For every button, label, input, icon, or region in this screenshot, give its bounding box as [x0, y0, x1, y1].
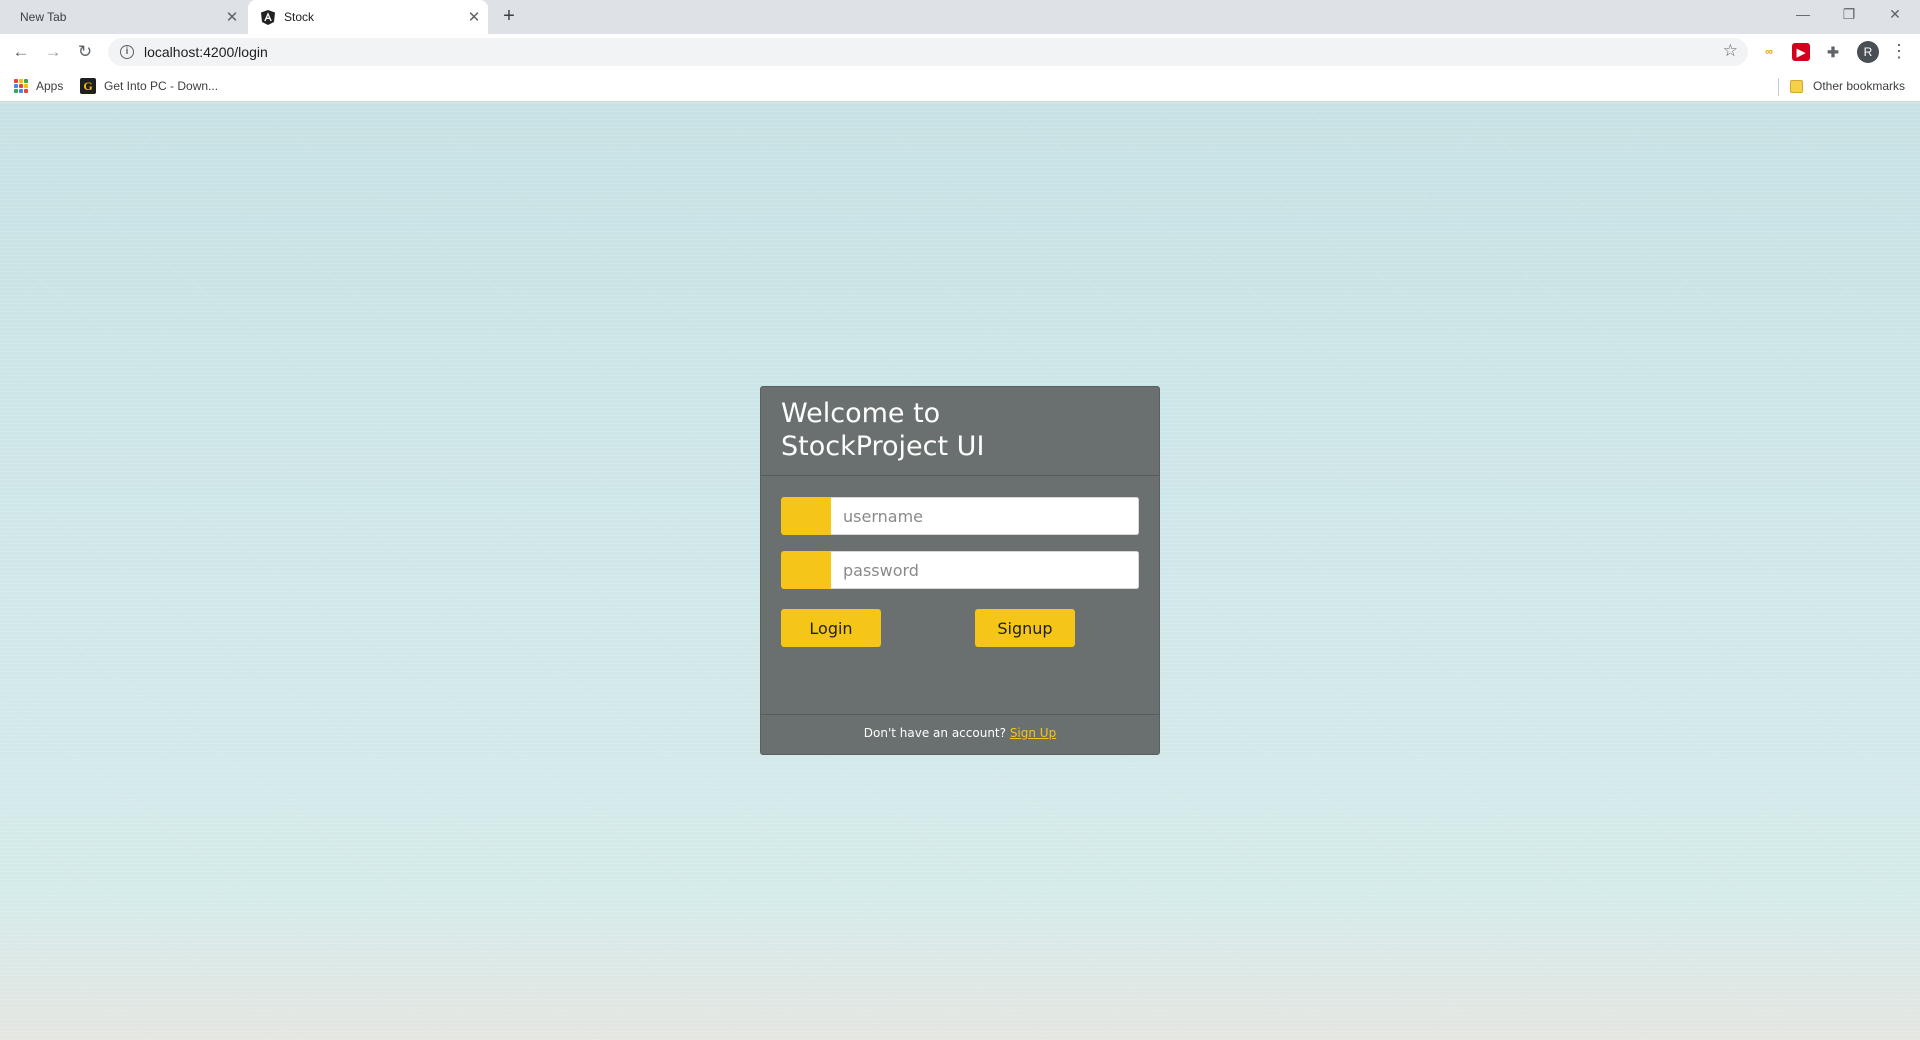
apps-grid-icon — [14, 79, 28, 93]
getintopc-icon: G — [80, 78, 96, 94]
login-button[interactable]: Login — [781, 609, 881, 647]
bookmark-label: Other bookmarks — [1813, 79, 1906, 93]
footer-text: Don't have an account? — [863, 726, 1010, 740]
extensions-puzzle-icon[interactable]: ✚ — [1824, 43, 1842, 61]
bookmarks-bar: Apps G Get Into PC - Down... Other bookm… — [0, 70, 1920, 102]
bookmark-apps[interactable]: Apps — [14, 76, 63, 96]
reload-icon[interactable]: ↻ — [72, 39, 98, 65]
password-addon — [781, 551, 831, 589]
signup-link[interactable]: Sign Up — [1010, 726, 1056, 740]
extension-link-icon[interactable]: ∞ — [1760, 43, 1778, 61]
profile-avatar[interactable]: R — [1857, 41, 1879, 63]
close-icon[interactable]: ✕ — [218, 8, 246, 26]
tab-title: New Tab — [20, 10, 67, 24]
minimize-icon[interactable]: — — [1780, 0, 1826, 30]
bookmark-separator — [1778, 78, 1779, 96]
page-background: Welcome to StockProject UI Login Signup … — [0, 103, 1920, 1040]
tab-title: Stock — [284, 10, 315, 24]
address-bar[interactable]: i localhost:4200/login ☆ — [108, 38, 1748, 66]
password-input[interactable] — [831, 551, 1139, 589]
info-icon[interactable]: i — [120, 45, 134, 59]
username-field — [781, 497, 1139, 535]
card-footer: Don't have an account? Sign Up — [761, 726, 1159, 740]
bookmark-getintopc[interactable]: G Get Into PC - Down... — [80, 76, 218, 96]
password-field — [781, 551, 1139, 589]
angular-icon — [260, 9, 276, 25]
bookmark-label: Apps — [36, 79, 64, 93]
bookmark-label: Get Into PC - Down... — [104, 79, 219, 93]
signup-button[interactable]: Signup — [975, 609, 1075, 647]
login-title: Welcome to StockProject UI — [781, 397, 1141, 463]
login-card: Welcome to StockProject UI Login Signup … — [760, 386, 1160, 755]
extension-video-icon[interactable]: ▶ — [1792, 43, 1810, 61]
close-icon[interactable]: ✕ — [460, 8, 488, 26]
username-addon — [781, 497, 831, 535]
title-divider — [761, 475, 1159, 476]
back-icon[interactable]: ← — [8, 39, 34, 65]
browser-toolbar: ← → ↻ i localhost:4200/login ☆ ∞ ▶ ✚ R ⋮ — [0, 34, 1920, 70]
bookmark-other[interactable]: Other bookmarks — [1790, 76, 1905, 96]
tab-new-tab[interactable]: New Tab ✕ — [0, 0, 246, 34]
username-input[interactable] — [831, 497, 1139, 535]
forward-icon[interactable]: → — [40, 39, 66, 65]
title-line-2: StockProject UI — [781, 431, 985, 462]
close-window-icon[interactable]: ✕ — [1872, 0, 1918, 30]
restore-icon[interactable]: ❐ — [1826, 0, 1872, 30]
menu-dots-icon[interactable]: ⋮ — [1890, 40, 1908, 64]
address-url: localhost:4200/login — [144, 44, 268, 60]
footer-divider — [761, 714, 1159, 715]
tab-strip: New Tab ✕ Stock ✕ + — ❐ ✕ — [0, 0, 1920, 34]
tab-stock[interactable]: Stock ✕ — [248, 0, 488, 34]
bookmark-star-icon[interactable]: ☆ — [1723, 41, 1738, 61]
new-tab-button[interactable]: + — [496, 5, 522, 29]
title-line-1: Welcome to — [781, 398, 941, 429]
folder-icon — [1790, 79, 1803, 93]
